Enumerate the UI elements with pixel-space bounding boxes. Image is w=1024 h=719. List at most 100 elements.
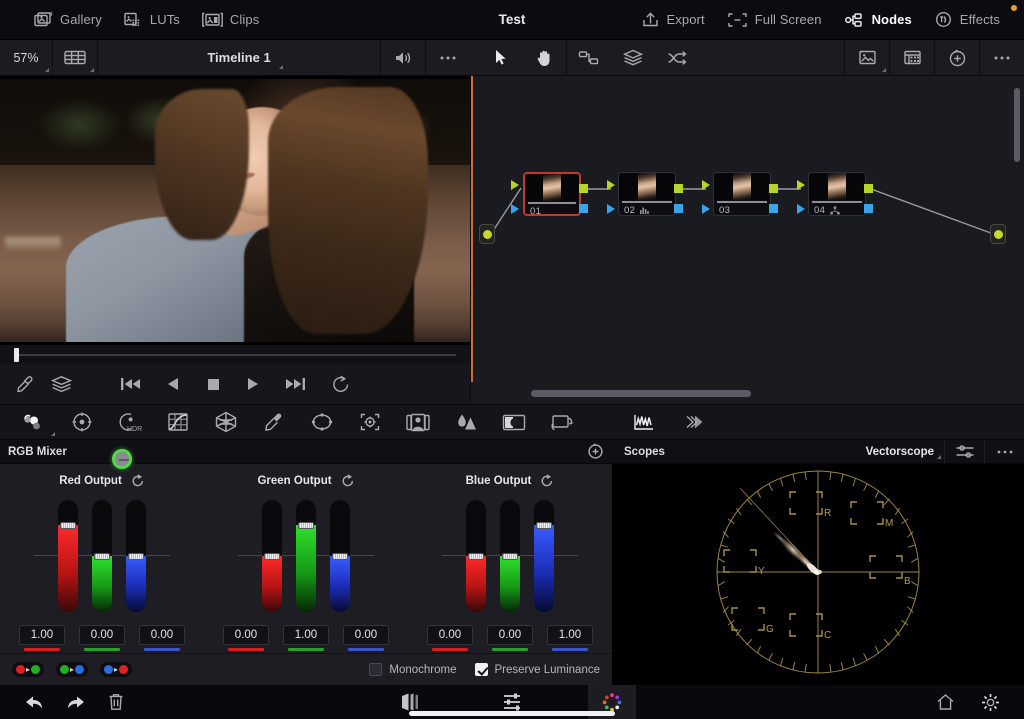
red-output-red-field[interactable]: 1.00: [19, 625, 65, 645]
red-output-reset-button[interactable]: [131, 474, 145, 488]
qualifier-button[interactable]: [250, 405, 298, 439]
rgb-mixer-reset-button[interactable]: [587, 443, 604, 460]
node-input-blue-03[interactable]: [702, 204, 710, 214]
node-output-green-03[interactable]: [769, 184, 778, 193]
curves-button[interactable]: [154, 405, 202, 439]
swap-green-blue-button[interactable]: ▸: [56, 662, 88, 677]
color-wheels-button[interactable]: [10, 405, 58, 439]
node-output-blue-02[interactable]: [674, 204, 683, 213]
play-button[interactable]: [245, 376, 261, 392]
node-input-green-02[interactable]: [607, 180, 615, 190]
viewer-mode-button[interactable]: [53, 40, 97, 75]
color-warper-button[interactable]: [202, 405, 250, 439]
eyedropper-icon[interactable]: [16, 375, 35, 394]
video-viewer[interactable]: [0, 76, 470, 345]
node-input-green-01[interactable]: [511, 180, 519, 190]
red-output-blue-field[interactable]: 0.00: [139, 625, 185, 645]
blue-output-red-field[interactable]: 0.00: [427, 625, 473, 645]
blue-output-green-slider[interactable]: [500, 500, 520, 612]
node-01[interactable]: 01: [523, 172, 581, 216]
primaries-bars-button[interactable]: [58, 405, 106, 439]
effects-button[interactable]: Effects: [924, 5, 1017, 32]
node-input-blue-01[interactable]: [511, 204, 519, 214]
blue-output-blue-slider[interactable]: [534, 500, 554, 612]
node-graph-vertical-scrollbar[interactable]: [1014, 88, 1020, 162]
monochrome-checkbox-row[interactable]: Monochrome: [369, 663, 457, 676]
timeline-selector[interactable]: Timeline 1: [98, 40, 380, 75]
output-node[interactable]: [990, 224, 1006, 244]
red-output-blue-slider[interactable]: [126, 500, 146, 612]
export-button[interactable]: Export: [631, 7, 715, 32]
viewer-options-button[interactable]: [426, 40, 470, 75]
node-02[interactable]: 02: [618, 172, 676, 216]
tracker-button[interactable]: [346, 405, 394, 439]
sizing-button[interactable]: [538, 405, 586, 439]
node-output-green-02[interactable]: [674, 184, 683, 193]
node-input-blue-04[interactable]: [797, 204, 805, 214]
gallery-button[interactable]: Gallery: [24, 8, 112, 32]
source-port[interactable]: [482, 229, 492, 239]
pointer-tool-button[interactable]: [478, 40, 522, 75]
source-node[interactable]: [479, 224, 495, 244]
red-output-red-slider[interactable]: [58, 500, 78, 612]
swap-red-green-button[interactable]: ▸: [12, 662, 44, 677]
loop-button[interactable]: [331, 375, 351, 393]
audio-mute-button[interactable]: [381, 40, 425, 75]
gallery-stills-button[interactable]: [668, 405, 716, 439]
vectorscope-display[interactable]: R M B C G Y: [612, 464, 1024, 685]
green-output-green-slider[interactable]: [296, 500, 316, 612]
node-graph-horizontal-scrollbar[interactable]: [531, 389, 751, 397]
green-output-reset-button[interactable]: [341, 474, 355, 488]
red-output-green-slider[interactable]: [92, 500, 112, 612]
node-output-blue-04[interactable]: [864, 204, 873, 213]
monochrome-checkbox[interactable]: [369, 663, 383, 676]
node-connect-button[interactable]: [567, 40, 611, 75]
hdr-wheels-button[interactable]: HDR: [106, 405, 154, 439]
green-output-red-field[interactable]: 0.00: [223, 625, 269, 645]
node-input-blue-02[interactable]: [607, 204, 615, 214]
node-output-green-04[interactable]: [864, 184, 873, 193]
blue-output-red-slider[interactable]: [466, 500, 486, 612]
layers-icon[interactable]: [51, 375, 72, 393]
blue-output-blue-field[interactable]: 1.00: [547, 625, 593, 645]
node-input-green-03[interactable]: [702, 180, 710, 190]
nodes-button[interactable]: Nodes: [834, 8, 922, 32]
key-button[interactable]: [490, 405, 538, 439]
green-output-blue-field[interactable]: 0.00: [343, 625, 389, 645]
shuffle-nodes-button[interactable]: [655, 40, 699, 75]
luts-button[interactable]: LUTs: [114, 8, 190, 32]
preserve-luminance-checkbox-row[interactable]: Preserve Luminance: [474, 663, 600, 676]
previous-clip-button[interactable]: [119, 376, 141, 392]
playhead-handle[interactable]: [14, 347, 19, 362]
zoom-level-dropdown[interactable]: 57%: [0, 40, 52, 75]
output-port[interactable]: [993, 229, 1003, 239]
swap-blue-red-button[interactable]: ▸: [100, 662, 132, 677]
node-output-blue-03[interactable]: [769, 204, 778, 213]
blur-button[interactable]: [442, 405, 490, 439]
power-window-button[interactable]: [298, 405, 346, 439]
clips-button[interactable]: Clips: [192, 8, 269, 32]
node-input-green-04[interactable]: [797, 180, 805, 190]
thumbnail-view-button[interactable]: [845, 40, 889, 75]
scope-type-dropdown[interactable]: Vectorscope: [856, 440, 944, 463]
blue-output-green-field[interactable]: 0.00: [487, 625, 533, 645]
scopes-options-button[interactable]: [984, 440, 1024, 463]
node-03[interactable]: 03: [713, 172, 771, 216]
node-graph-canvas[interactable]: 01 02 03 04: [470, 76, 1024, 382]
scope-settings-button[interactable]: [944, 440, 984, 463]
node-output-green-01[interactable]: [579, 184, 588, 193]
node-options-button[interactable]: [980, 40, 1024, 75]
node-grid-button[interactable]: [890, 40, 934, 75]
magic-mask-button[interactable]: [394, 405, 442, 439]
full-screen-button[interactable]: Full Screen: [717, 8, 832, 32]
green-output-green-field[interactable]: 1.00: [283, 625, 329, 645]
green-output-blue-slider[interactable]: [330, 500, 350, 612]
preserve-luminance-checkbox[interactable]: [474, 663, 488, 676]
layer-nodes-button[interactable]: [611, 40, 655, 75]
node-output-blue-01[interactable]: [579, 204, 588, 213]
scrubber-track[interactable]: [14, 347, 456, 362]
green-output-red-slider[interactable]: [262, 500, 282, 612]
next-clip-button[interactable]: [285, 376, 307, 392]
blue-output-reset-button[interactable]: [540, 474, 554, 488]
hand-tool-button[interactable]: [522, 40, 566, 75]
